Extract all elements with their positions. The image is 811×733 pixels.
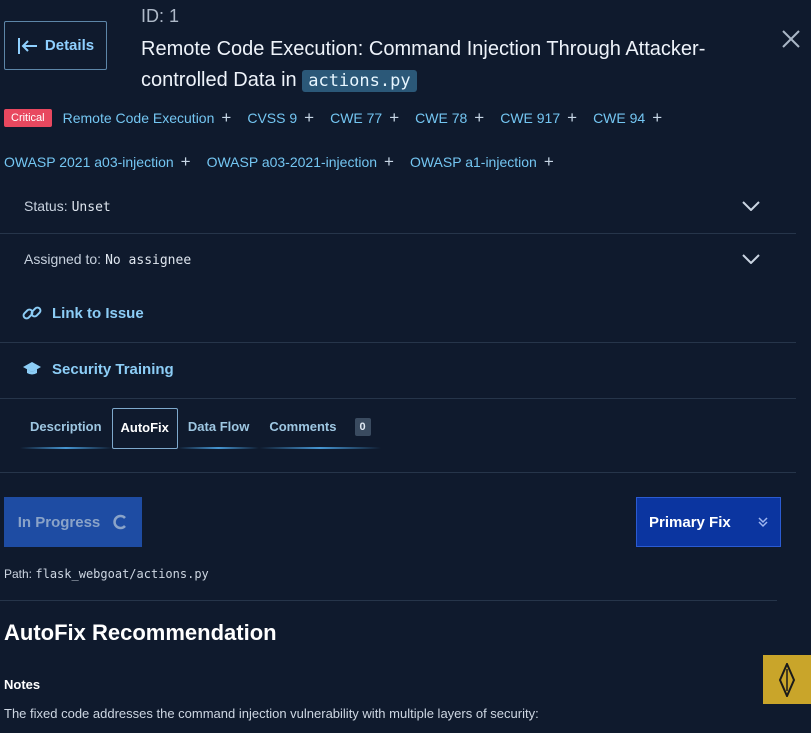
tag-list: Critical Remote Code Execution + CVSS 9 + … <box>4 108 794 172</box>
plus-icon[interactable]: + <box>384 152 394 172</box>
chevron-down-icon[interactable] <box>742 201 760 211</box>
link-to-issue-label: Link to Issue <box>52 304 144 322</box>
plus-icon[interactable]: + <box>652 108 662 128</box>
link-icon <box>22 306 42 320</box>
plus-icon[interactable]: + <box>389 108 399 128</box>
finding-title-text: Remote Code Execution: Command Injection… <box>141 38 706 91</box>
in-progress-button[interactable]: In Progress <box>4 497 142 547</box>
plus-icon[interactable]: + <box>474 108 484 128</box>
tag-item[interactable]: CWE 917 + <box>500 108 577 128</box>
file-path: Path: flask_webgoat/actions.py <box>4 567 209 581</box>
tab-comments[interactable]: Comments 0 <box>259 407 381 449</box>
compass-diamond-icon <box>778 662 796 697</box>
tag-item[interactable]: CWE 94 + <box>593 108 662 128</box>
plus-icon[interactable]: + <box>567 108 577 128</box>
status-dropdown[interactable]: Status: Unset <box>24 198 111 215</box>
details-back-button[interactable]: Details <box>4 21 107 70</box>
link-to-issue-button[interactable]: Link to Issue <box>22 303 144 323</box>
tab-description[interactable]: Description <box>20 407 112 449</box>
in-progress-label: In Progress <box>17 513 101 531</box>
tag-item[interactable]: CVSS 9 + <box>247 108 314 128</box>
plus-icon[interactable]: + <box>544 152 554 172</box>
graduation-cap-icon <box>23 362 41 375</box>
autofix-recommendation-heading: AutoFix Recommendation <box>4 620 277 645</box>
plus-icon[interactable]: + <box>304 108 314 128</box>
divider <box>0 342 796 343</box>
spinner-icon <box>113 514 127 530</box>
path-label: Path: <box>4 567 33 581</box>
divider <box>0 472 796 473</box>
assigned-label: Assigned to: <box>24 251 102 267</box>
status-label: Status: <box>24 198 68 214</box>
navigation-toggle-button[interactable] <box>763 655 811 704</box>
finding-id: ID: 1 <box>141 6 180 26</box>
close-icon[interactable] <box>780 28 802 50</box>
path-value: flask_webgoat/actions.py <box>35 567 209 581</box>
tag-item[interactable]: OWASP 2021 a03-injection + <box>4 152 191 172</box>
notes-text: The fixed code addresses the command inj… <box>4 706 539 721</box>
notes-heading: Notes <box>4 677 41 692</box>
tag-item[interactable]: CWE 78 + <box>415 108 484 128</box>
divider <box>0 600 777 601</box>
plus-icon[interactable]: + <box>181 152 191 172</box>
assigned-value: No assignee <box>105 253 192 268</box>
file-chip: actions.py <box>302 70 417 92</box>
divider <box>0 233 796 234</box>
severity-badge: Critical <box>4 109 52 127</box>
primary-fix-label: Primary Fix <box>649 513 731 531</box>
back-arrow-icon <box>17 37 37 54</box>
security-training-label: Security Training <box>52 360 174 378</box>
divider <box>0 398 796 399</box>
tag-item[interactable]: OWASP a03-2021-injection + <box>207 152 394 172</box>
comments-count-badge: 0 <box>354 418 371 436</box>
tag-item[interactable]: OWASP a1-injection + <box>410 152 554 172</box>
tab-data-flow[interactable]: Data Flow <box>177 407 260 449</box>
status-value: Unset <box>71 200 111 215</box>
assignee-dropdown[interactable]: Assigned to: No assignee <box>24 251 191 268</box>
chevron-double-down-icon <box>758 517 768 528</box>
tab-autofix[interactable]: AutoFix <box>111 407 178 449</box>
chevron-down-icon[interactable] <box>742 254 760 264</box>
tag-item[interactable]: Remote Code Execution + <box>63 108 232 128</box>
primary-fix-dropdown[interactable]: Primary Fix <box>636 497 781 547</box>
tag-item[interactable]: CWE 77 + <box>330 108 399 128</box>
details-label: Details <box>44 37 95 54</box>
plus-icon[interactable]: + <box>221 108 231 128</box>
finding-title: Remote Code Execution: Command Injection… <box>141 34 741 97</box>
security-training-button[interactable]: Security Training <box>22 359 174 379</box>
tab-bar: Description AutoFix Data Flow Comments 0 <box>20 407 381 449</box>
